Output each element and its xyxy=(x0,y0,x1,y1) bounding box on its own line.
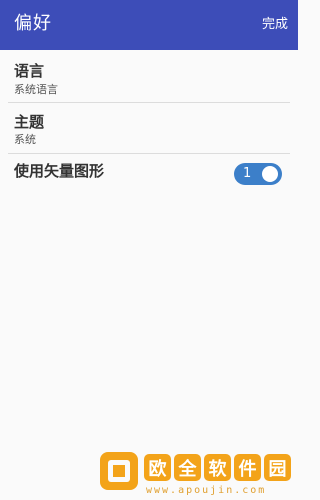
page-title: 偏好 xyxy=(14,13,52,34)
watermark-char: 园 xyxy=(264,454,291,481)
watermark-url: www.apoujin.com xyxy=(146,485,267,496)
watermark-logo-icon xyxy=(100,452,138,490)
watermark: 欧 全 软 件 园 www.apoujin.com xyxy=(100,448,298,500)
pref-theme-label: 主题 xyxy=(14,113,45,131)
pref-theme-summary: 系统 xyxy=(14,133,36,146)
pref-language-label: 语言 xyxy=(14,62,45,80)
watermark-char: 全 xyxy=(174,454,201,481)
watermark-char: 欧 xyxy=(144,454,171,481)
watermark-chars: 欧 全 软 件 园 xyxy=(144,454,294,482)
pref-language[interactable]: 语言 系统语言 xyxy=(0,50,298,102)
watermark-char: 软 xyxy=(204,454,231,481)
watermark-char: 件 xyxy=(234,454,261,481)
pref-language-summary: 系统语言 xyxy=(14,83,58,96)
pref-vector-graphics-label: 使用矢量图形 xyxy=(14,162,105,180)
done-button[interactable]: 完成 xyxy=(262,16,288,34)
vector-graphics-toggle[interactable]: 1 xyxy=(234,163,282,185)
toggle-knob xyxy=(262,166,278,182)
app-bar: 偏好 完成 xyxy=(0,0,298,50)
toggle-value: 1 xyxy=(243,166,252,181)
pref-theme[interactable]: 主题 系统 xyxy=(0,103,298,153)
